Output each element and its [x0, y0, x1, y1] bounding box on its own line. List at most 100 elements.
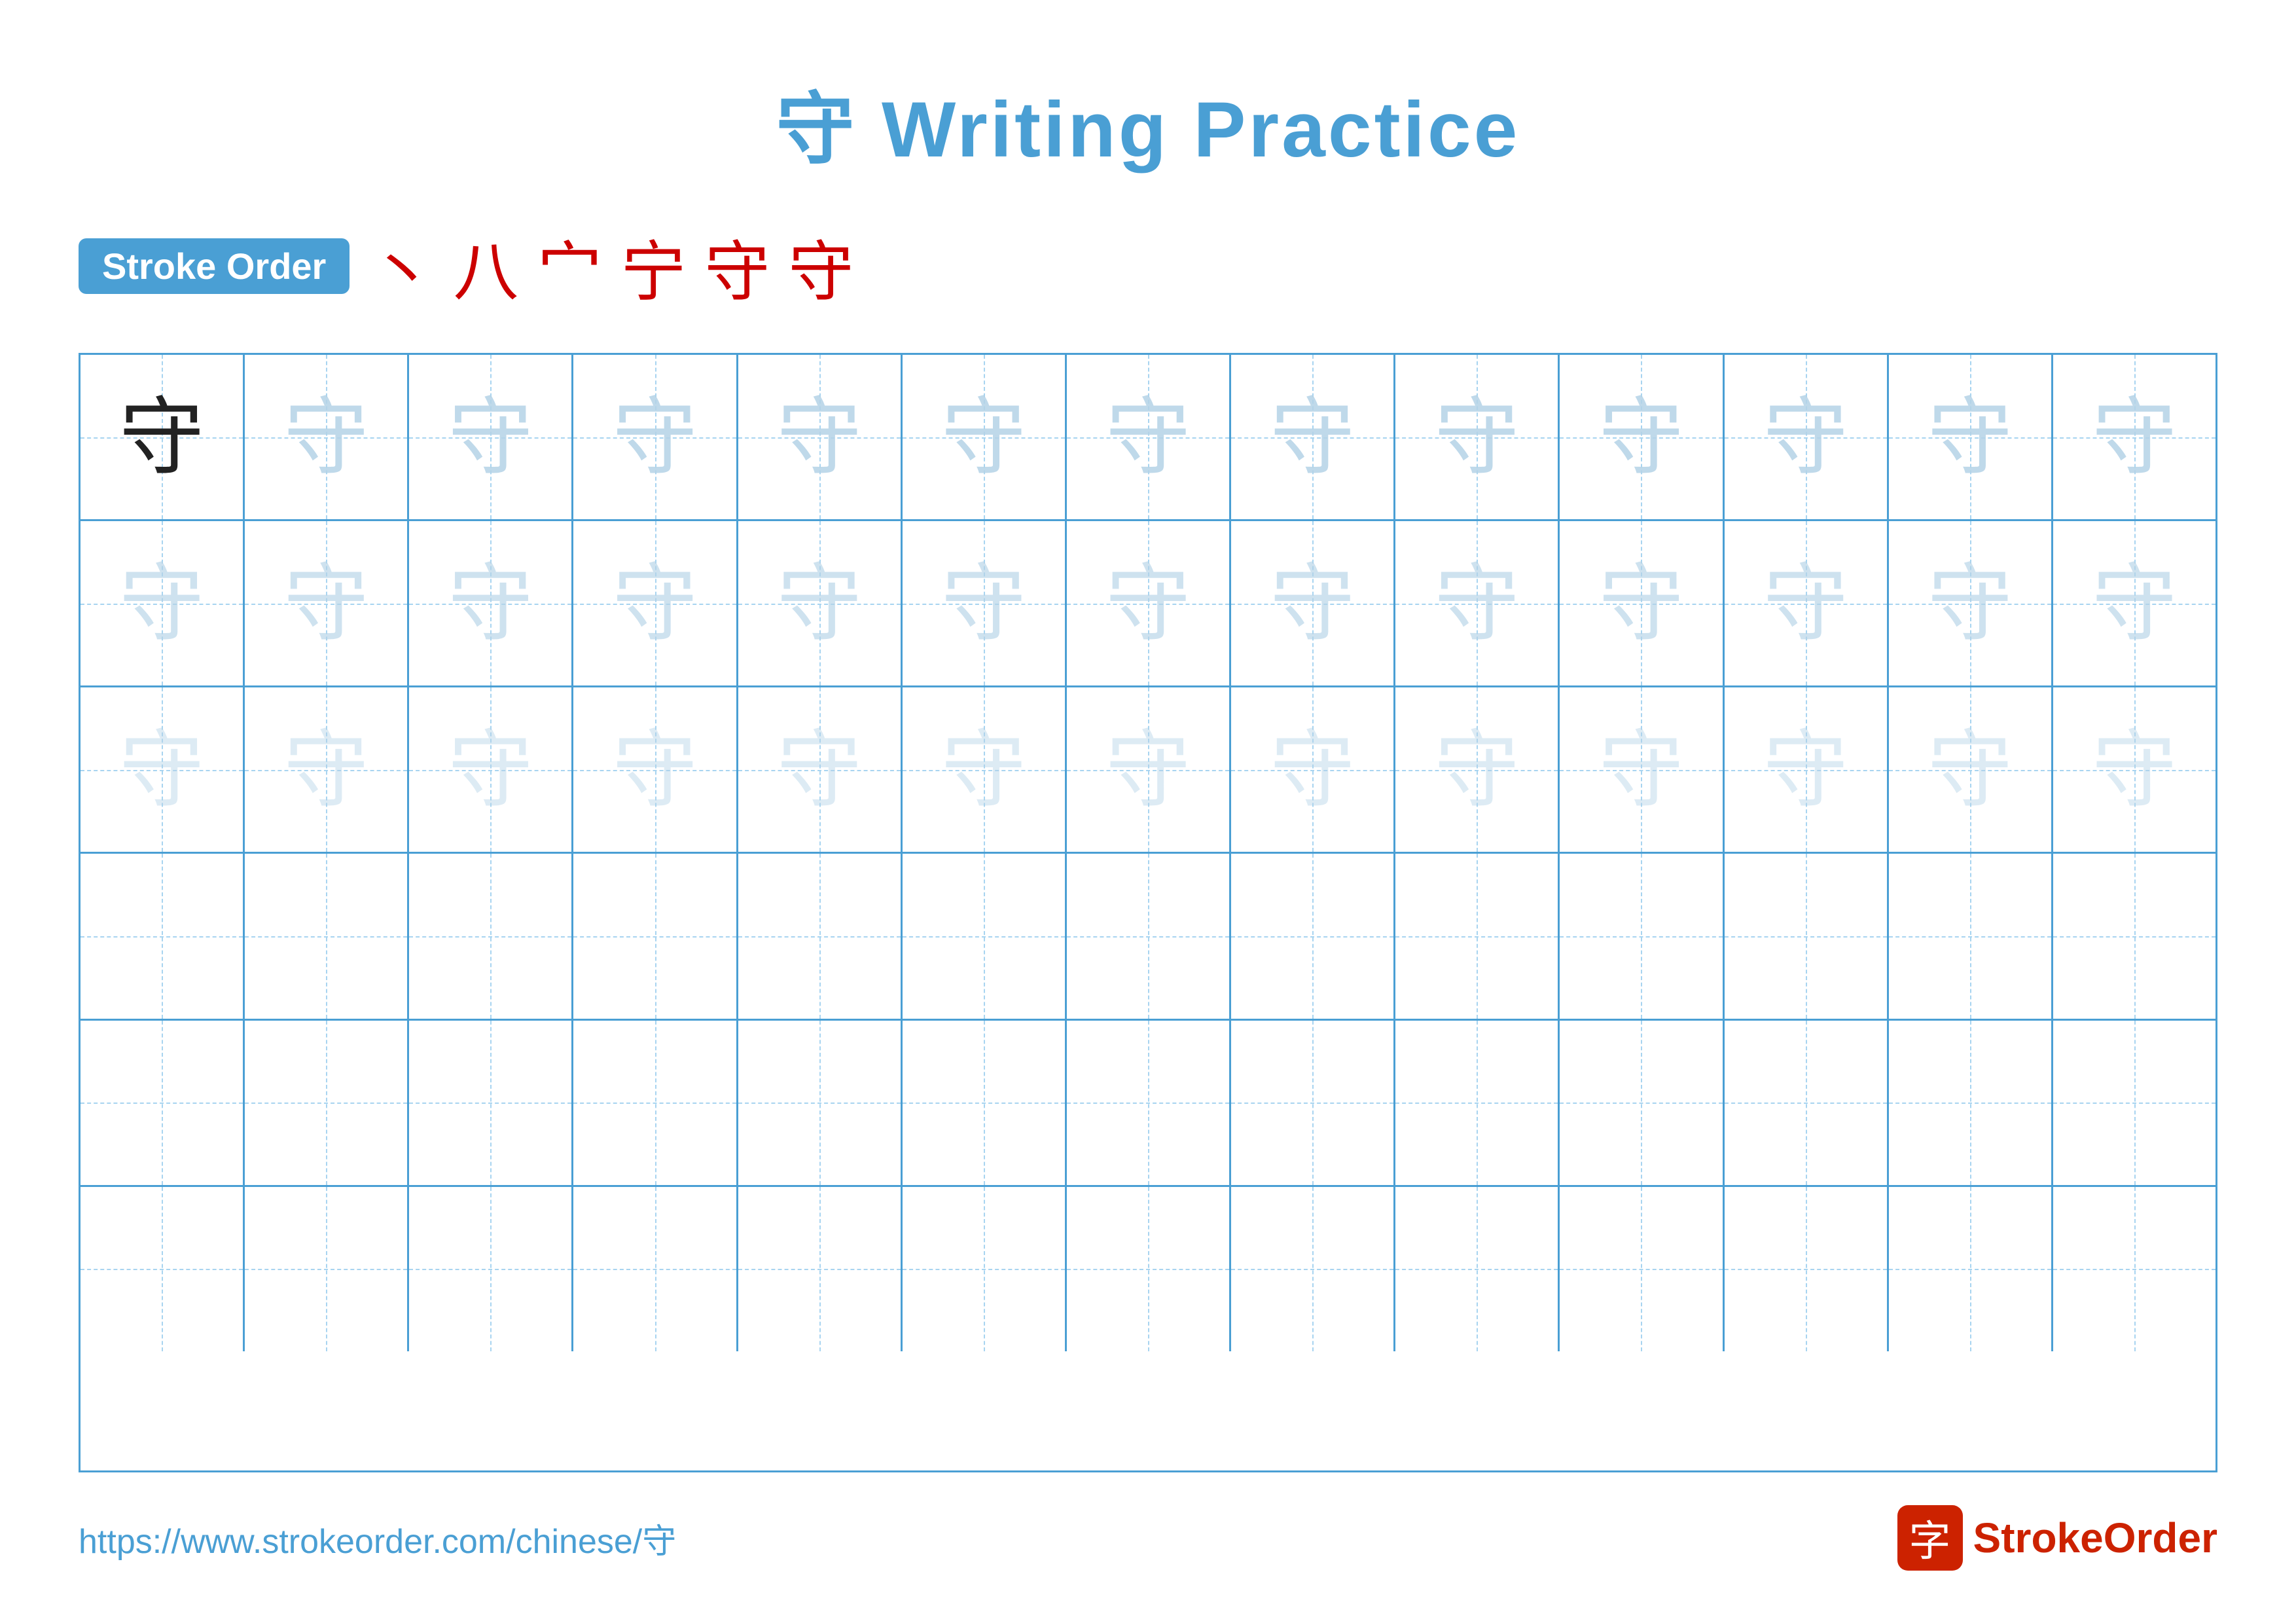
grid-cell[interactable]: 守 [1067, 521, 1231, 685]
practice-char: 守 [1270, 561, 1355, 646]
logo-char: 字 [1909, 1508, 1951, 1568]
grid-cell[interactable]: 守 [1560, 521, 1724, 685]
grid-cell[interactable] [2053, 854, 2215, 1018]
grid-cell[interactable]: 守 [409, 521, 573, 685]
practice-char: 守 [1763, 395, 1848, 480]
grid-cell[interactable]: 守 [1395, 521, 1560, 685]
practice-char: 守 [1928, 727, 2013, 812]
grid-cell[interactable] [2053, 1187, 2215, 1351]
grid-cell[interactable] [1231, 1187, 1395, 1351]
grid-cell[interactable]: 守 [1725, 355, 1889, 519]
grid-cell[interactable] [1560, 1021, 1724, 1185]
grid-cell[interactable] [1889, 1021, 2053, 1185]
grid-cell[interactable]: 守 [1560, 687, 1724, 852]
grid-cell[interactable]: 守 [1231, 521, 1395, 685]
grid-cell[interactable]: 守 [409, 687, 573, 852]
grid-cell[interactable]: 守 [81, 521, 245, 685]
grid-cell[interactable] [245, 1187, 409, 1351]
logo-text-stroke: Stroke [1973, 1514, 2104, 1561]
grid-cell[interactable] [1725, 854, 1889, 1018]
grid-cell[interactable]: 守 [738, 521, 903, 685]
grid-cell[interactable] [1395, 854, 1560, 1018]
grid-cell[interactable] [1560, 1187, 1724, 1351]
grid-cell[interactable]: 守 [738, 355, 903, 519]
grid-cell[interactable]: 守 [245, 355, 409, 519]
practice-char: 守 [119, 727, 204, 812]
grid-cell[interactable]: 守 [1231, 355, 1395, 519]
grid-cell[interactable] [1231, 854, 1395, 1018]
practice-char: 守 [1763, 727, 1848, 812]
footer-url[interactable]: https://www.strokeorder.com/chinese/守 [79, 1514, 676, 1563]
grid-cell[interactable] [573, 854, 738, 1018]
title-text: Writing Practice [882, 86, 1520, 173]
logo-text: StrokeOrder [1973, 1514, 2217, 1562]
grid-cell[interactable]: 守 [1395, 355, 1560, 519]
grid-cell[interactable] [81, 1021, 245, 1185]
practice-char: 守 [1105, 561, 1191, 646]
grid-cell[interactable] [245, 854, 409, 1018]
page-title: 守 Writing Practice [776, 65, 1520, 179]
grid-cell[interactable]: 守 [1067, 687, 1231, 852]
grid-cell[interactable] [1067, 854, 1231, 1018]
grid-cell[interactable]: 守 [409, 355, 573, 519]
grid-cell[interactable] [738, 1021, 903, 1185]
grid-cell[interactable]: 守 [1725, 687, 1889, 852]
grid-cell[interactable]: 守 [573, 521, 738, 685]
grid-cell[interactable]: 守 [1889, 687, 2053, 852]
practice-char: 守 [448, 727, 533, 812]
grid-cell[interactable] [573, 1187, 738, 1351]
grid-cell[interactable]: 守 [2053, 687, 2215, 852]
grid-cell[interactable] [1889, 1187, 2053, 1351]
grid-cell[interactable]: 守 [573, 355, 738, 519]
grid-cell[interactable]: 守 [2053, 521, 2215, 685]
grid-cell[interactable] [738, 1187, 903, 1351]
grid-cell[interactable]: 守 [81, 355, 245, 519]
grid-cell[interactable]: 守 [81, 687, 245, 852]
grid-cell[interactable] [1395, 1021, 1560, 1185]
grid-cell[interactable] [409, 854, 573, 1018]
grid-cell[interactable] [903, 1021, 1067, 1185]
grid-cell[interactable] [738, 854, 903, 1018]
grid-cell[interactable] [573, 1021, 738, 1185]
grid-cell[interactable]: 守 [1889, 355, 2053, 519]
grid-cell[interactable]: 守 [903, 687, 1067, 852]
grid-cell[interactable] [903, 1187, 1067, 1351]
practice-char: 守 [1270, 395, 1355, 480]
grid-cell[interactable]: 守 [245, 521, 409, 685]
grid-cell[interactable] [81, 1187, 245, 1351]
grid-cell[interactable] [81, 854, 245, 1018]
grid-cell[interactable]: 守 [1231, 687, 1395, 852]
grid-cell[interactable] [1889, 854, 2053, 1018]
grid-cell[interactable]: 守 [573, 687, 738, 852]
practice-char: 守 [448, 395, 533, 480]
grid-cell[interactable] [1395, 1187, 1560, 1351]
grid-cell[interactable]: 守 [245, 687, 409, 852]
grid-cell[interactable]: 守 [903, 355, 1067, 519]
grid-cell[interactable]: 守 [1395, 687, 1560, 852]
practice-char: 守 [777, 561, 862, 646]
grid-cell[interactable]: 守 [903, 521, 1067, 685]
grid-cell[interactable] [1560, 854, 1724, 1018]
grid-cell[interactable] [1725, 1187, 1889, 1351]
grid-cell[interactable] [1067, 1187, 1231, 1351]
grid-row-empty [81, 1021, 2215, 1187]
practice-char: 守 [613, 727, 698, 812]
grid-row: 守 守 守 守 守 守 守 守 守 守 守 守 守 [81, 687, 2215, 854]
grid-cell[interactable]: 守 [1889, 521, 2053, 685]
grid-cell[interactable]: 守 [1725, 521, 1889, 685]
practice-char: 守 [941, 727, 1026, 812]
grid-cell[interactable]: 守 [1560, 355, 1724, 519]
grid-cell[interactable] [1067, 1021, 1231, 1185]
grid-cell[interactable] [1231, 1021, 1395, 1185]
grid-cell[interactable] [409, 1187, 573, 1351]
grid-cell[interactable] [245, 1021, 409, 1185]
grid-cell[interactable]: 守 [2053, 355, 2215, 519]
grid-cell[interactable] [2053, 1021, 2215, 1185]
grid-cell[interactable] [409, 1021, 573, 1185]
stroke-order-row: Stroke Order 丶 八 宀 宁 守 守 [79, 219, 2217, 314]
grid-cell[interactable]: 守 [1067, 355, 1231, 519]
grid-cell[interactable] [1725, 1021, 1889, 1185]
grid-cell[interactable]: 守 [738, 687, 903, 852]
practice-char: 守 [119, 395, 204, 480]
grid-cell[interactable] [903, 854, 1067, 1018]
